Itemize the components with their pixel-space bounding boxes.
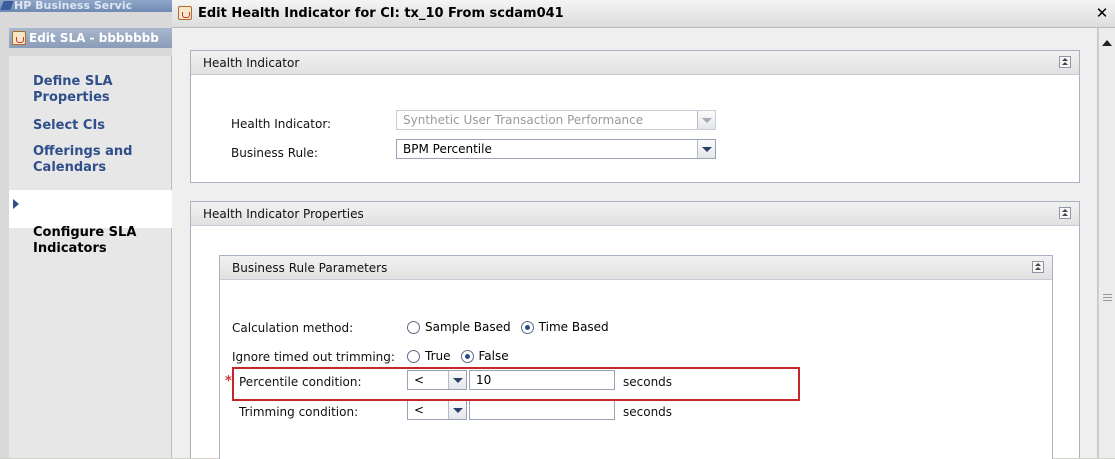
java-app-icon bbox=[12, 31, 26, 45]
radio-true[interactable] bbox=[407, 349, 420, 363]
background-window: HP Business Servic Edit SLA - bbbbbbb De… bbox=[0, 0, 172, 458]
background-window-titlebar[interactable]: HP Business Servic bbox=[0, 0, 172, 12]
trimming-unit-label: seconds bbox=[623, 405, 673, 419]
chevron-down-icon[interactable] bbox=[697, 111, 715, 129]
collapse-icon[interactable] bbox=[1059, 56, 1071, 68]
panel-title: Health Indicator bbox=[203, 56, 300, 70]
edit-health-indicator-dialog: Edit Health Indicator for CI: tx_10 From… bbox=[172, 0, 1115, 459]
trimming-value-input[interactable] bbox=[469, 400, 615, 420]
business-rule-label: Business Rule: bbox=[231, 146, 318, 160]
panel-title: Health Indicator Properties bbox=[203, 207, 364, 221]
chevron-down-icon[interactable] bbox=[697, 140, 715, 158]
java-app-icon bbox=[178, 6, 192, 20]
wizard-nav: Define SLA Properties Select CIs Offerin… bbox=[9, 56, 172, 458]
calculation-method-label: Calculation method: bbox=[232, 321, 354, 335]
dialog-titlebar[interactable]: Edit Health Indicator for CI: tx_10 From… bbox=[172, 0, 1115, 28]
nav-define-sla-properties[interactable]: Define SLA Properties bbox=[9, 74, 172, 106]
health-indicator-value: Synthetic User Transaction Performance bbox=[403, 113, 644, 127]
radio-false-label: False bbox=[478, 349, 509, 363]
scroll-up-arrow-icon[interactable] bbox=[1102, 40, 1112, 46]
trimming-operator-select[interactable]: < bbox=[407, 400, 467, 420]
radio-true-label: True bbox=[425, 349, 451, 363]
panel-title: Business Rule Parameters bbox=[232, 261, 388, 275]
radio-time-based[interactable] bbox=[520, 320, 534, 334]
sla-window-title: Edit SLA - bbbbbbb bbox=[29, 31, 159, 45]
current-step-arrow-icon bbox=[13, 199, 19, 209]
health-indicator-panel-header: Health Indicator bbox=[191, 51, 1079, 75]
close-button[interactable]: ✕ bbox=[1093, 4, 1111, 22]
ignore-trimming-radio-group: True False bbox=[407, 349, 519, 363]
radio-false[interactable] bbox=[460, 349, 474, 363]
calculation-method-radio-group: Sample Based Time Based bbox=[407, 320, 619, 334]
nav-configure-sla-indicators-label: Configure SLA Indicators bbox=[33, 225, 137, 256]
business-rule-value: BPM Percentile bbox=[403, 142, 492, 156]
background-window-title: HP Business Servic bbox=[14, 0, 133, 12]
nav-select-cis[interactable]: Select CIs bbox=[9, 118, 172, 134]
dialog-title: Edit Health Indicator for CI: tx_10 From… bbox=[198, 6, 564, 21]
trimming-condition-label: Trimming condition: bbox=[239, 405, 359, 419]
ignore-trimming-label: Ignore timed out trimming: bbox=[232, 350, 395, 364]
radio-sample-based[interactable] bbox=[407, 320, 420, 334]
health-indicator-label: Health Indicator: bbox=[231, 117, 332, 131]
health-indicator-select[interactable]: Synthetic User Transaction Performance bbox=[396, 110, 716, 130]
radio-sample-based-label: Sample Based bbox=[425, 320, 511, 334]
properties-panel-header: Health Indicator Properties bbox=[191, 202, 1079, 226]
required-asterisk: * bbox=[225, 374, 232, 389]
chevron-down-icon[interactable] bbox=[448, 401, 466, 419]
hp-logo-icon bbox=[0, 1, 14, 10]
business-rule-select[interactable]: BPM Percentile bbox=[396, 139, 716, 159]
vertical-scrollbar[interactable] bbox=[1098, 28, 1115, 458]
nav-offerings-and-calendars[interactable]: Offerings and Calendars bbox=[9, 144, 172, 176]
trimming-operator-value: < bbox=[414, 403, 425, 417]
highlight-annotation-box bbox=[232, 367, 800, 401]
scroll-grip-icon[interactable] bbox=[1103, 294, 1112, 301]
health-indicator-properties-panel: Health Indicator Properties Business Rul… bbox=[190, 201, 1080, 459]
dialog-content: Health Indicator Health Indicator: Synth… bbox=[172, 28, 1098, 459]
collapse-icon[interactable] bbox=[1059, 207, 1071, 219]
radio-time-based-label: Time Based bbox=[538, 320, 609, 334]
collapse-icon[interactable] bbox=[1032, 261, 1044, 273]
sla-window-titlebar[interactable]: Edit SLA - bbbbbbb bbox=[9, 28, 172, 48]
business-rule-parameters-panel: Business Rule Parameters Calculation met… bbox=[219, 255, 1053, 459]
parameters-panel-header: Business Rule Parameters bbox=[220, 256, 1052, 280]
nav-configure-sla-indicators[interactable]: Configure SLA Indicators bbox=[9, 190, 172, 256]
health-indicator-panel: Health Indicator Health Indicator: Synth… bbox=[190, 50, 1080, 183]
